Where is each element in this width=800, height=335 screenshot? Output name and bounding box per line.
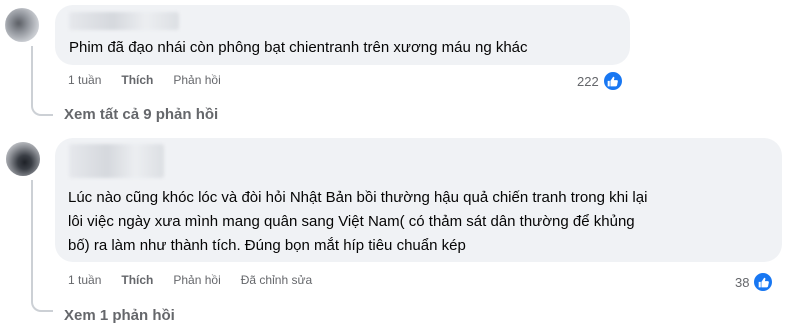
comment-timestamp[interactable]: 1 tuần bbox=[68, 273, 101, 287]
like-button[interactable]: Thích bbox=[121, 73, 153, 87]
comment-actions: 1 tuần Thích Phản hồi Đã chỉnh sửa bbox=[68, 273, 312, 287]
comment-text: Phim đã đạo nhái còn phông bạt chientran… bbox=[69, 39, 528, 56]
author-name-redacted[interactable] bbox=[69, 144, 164, 178]
reply-button[interactable]: Phản hồi bbox=[173, 273, 220, 287]
reaction-summary[interactable]: 38 bbox=[735, 271, 775, 293]
like-button[interactable]: Thích bbox=[121, 273, 153, 287]
reply-button[interactable]: Phản hồi bbox=[173, 73, 220, 87]
view-replies-link[interactable]: Xem tất cả 9 phản hồi bbox=[64, 106, 218, 123]
comment-text-line-1: Lúc nào cũng khóc lóc và đòi hỏi Nhật Bả… bbox=[68, 189, 648, 206]
reaction-summary[interactable]: 222 bbox=[577, 70, 624, 92]
thumbs-up-icon bbox=[752, 271, 775, 293]
reaction-count: 38 bbox=[735, 274, 750, 290]
edited-label[interactable]: Đã chỉnh sửa bbox=[241, 273, 312, 287]
avatar[interactable] bbox=[6, 142, 40, 176]
comment-text-line-2: lôi việc ngày xưa mình mang quân sang Vi… bbox=[68, 213, 635, 230]
comment-timestamp[interactable]: 1 tuần bbox=[68, 73, 101, 87]
thread-line bbox=[31, 180, 53, 312]
comment-bubble: Phim đã đạo nhái còn phông bạt chientran… bbox=[55, 5, 630, 65]
avatar[interactable] bbox=[5, 8, 39, 42]
thumbs-up-icon bbox=[601, 70, 624, 92]
comment-text-line-3: bố) ra làm như thành tích. Đúng bọn mắt … bbox=[68, 237, 466, 254]
author-name-redacted[interactable] bbox=[69, 12, 179, 30]
view-replies-link[interactable]: Xem 1 phản hồi bbox=[64, 307, 175, 324]
comment-actions: 1 tuần Thích Phản hồi bbox=[68, 73, 241, 87]
thread-line bbox=[31, 46, 53, 116]
reaction-count: 222 bbox=[577, 73, 599, 89]
comment-bubble: Lúc nào cũng khóc lóc và đòi hỏi Nhật Bả… bbox=[55, 138, 782, 262]
